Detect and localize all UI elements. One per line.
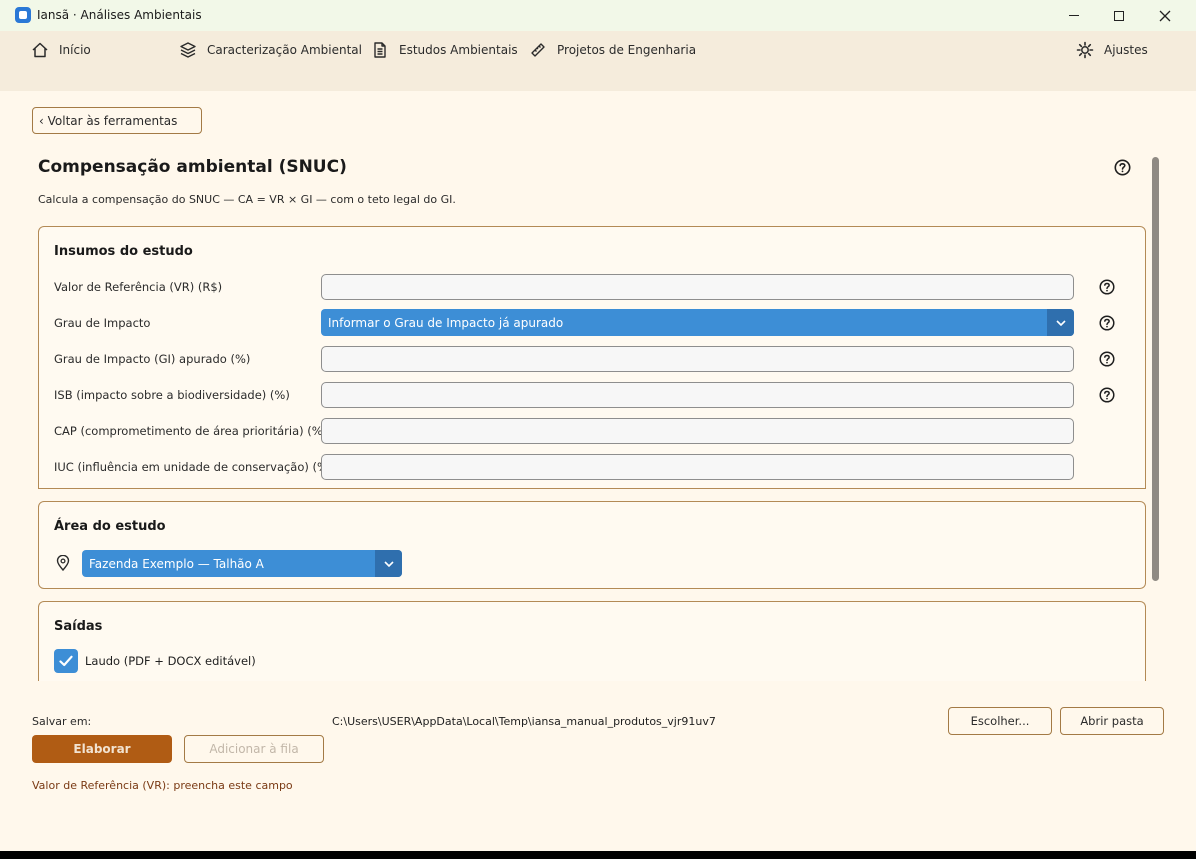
cap-input[interactable]	[321, 418, 1074, 444]
nav-estudos-label: Estudos Ambientais	[399, 43, 518, 57]
app-logo-icon	[15, 7, 31, 23]
outputs-title: Saídas	[54, 619, 103, 634]
location-pin-icon	[56, 555, 70, 571]
nav-home-label: Início	[59, 43, 91, 57]
area-select[interactable]: Fazenda Exemplo — Talhão A	[82, 550, 402, 577]
area-selected-value: Fazenda Exemplo — Talhão A	[89, 556, 264, 571]
minimize-button[interactable]	[1051, 0, 1097, 31]
gear-icon	[1076, 41, 1094, 59]
isb-label: ISB (impacto sobre a biodiversidade) (%)	[54, 388, 290, 402]
grau-selected-value: Informar o Grau de Impacto já apurado	[328, 315, 564, 330]
elaborar-button[interactable]: Elaborar	[32, 735, 172, 763]
inputs-card: Insumos do estudo Valor de Referência (V…	[38, 226, 1146, 489]
vr-label: Valor de Referência (VR) (R$)	[54, 280, 223, 294]
add-to-queue-button[interactable]: Adicionar à fila	[184, 735, 324, 763]
nav-projetos[interactable]: Projetos de Engenharia	[529, 40, 696, 60]
bottom-panel: Salvar em: C:\Users\USER\AppData\Local\T…	[0, 681, 1196, 851]
area-title: Área do estudo	[54, 519, 166, 534]
chevron-down-icon	[383, 560, 394, 567]
gi-help-icon[interactable]	[1099, 351, 1115, 367]
chevron-down-icon	[1055, 319, 1066, 326]
home-icon	[32, 42, 48, 58]
nav-caracterizacao[interactable]: Caracterização Ambiental	[179, 40, 362, 60]
choose-folder-button[interactable]: Escolher...	[948, 707, 1052, 735]
laudo-checkbox[interactable]	[54, 649, 78, 673]
checkmark-icon	[59, 655, 73, 667]
grau-label: Grau de Impacto	[54, 316, 151, 330]
save-in-label: Salvar em:	[32, 715, 92, 728]
nav-home[interactable]: Início	[31, 40, 91, 60]
app-window: Iansã · Análises Ambientais Início Carac…	[0, 0, 1196, 851]
open-folder-button[interactable]: Abrir pasta	[1060, 707, 1164, 735]
page-title: Compensação ambiental (SNUC)	[38, 157, 347, 177]
maximize-icon	[1114, 10, 1124, 21]
vr-help-icon[interactable]	[1099, 279, 1115, 295]
close-button[interactable]	[1142, 0, 1188, 31]
cap-label: CAP (comprometimento de área prioritária…	[54, 424, 328, 438]
nav-estudos[interactable]: Estudos Ambientais	[371, 40, 518, 60]
area-dropdown-button[interactable]	[375, 550, 402, 577]
inputs-title: Insumos do estudo	[54, 244, 193, 259]
vr-input[interactable]	[321, 274, 1074, 300]
layers-icon	[180, 42, 196, 58]
iuc-input[interactable]	[321, 454, 1074, 480]
nav-ajustes[interactable]: Ajustes	[1076, 40, 1148, 60]
close-icon	[1159, 10, 1171, 21]
grau-help-icon[interactable]	[1099, 315, 1115, 331]
help-icon[interactable]	[1114, 159, 1131, 176]
isb-help-icon[interactable]	[1099, 387, 1115, 403]
nav-projetos-label: Projetos de Engenharia	[557, 43, 697, 57]
page-description: Calcula a compensação do SNUC — CA = VR …	[38, 193, 456, 206]
save-path: C:\Users\USER\AppData\Local\Temp\iansa_m…	[332, 715, 716, 728]
scrollbar[interactable]	[1152, 157, 1159, 581]
back-to-tools-button[interactable]: ‹ Voltar às ferramentas	[32, 107, 202, 134]
validation-message: Valor de Referência (VR): preencha este …	[32, 779, 293, 792]
nav-caracterizacao-label: Caracterização Ambiental	[207, 43, 362, 57]
iuc-label: IUC (influência em unidade de conservaçã…	[54, 460, 333, 474]
outputs-card: Saídas Laudo (PDF + DOCX editável)	[38, 601, 1146, 681]
grau-dropdown-button[interactable]	[1047, 309, 1074, 336]
laudo-label: Laudo (PDF + DOCX editável)	[85, 654, 256, 668]
maximize-button[interactable]	[1096, 0, 1142, 31]
window-title: Iansã · Análises Ambientais	[37, 8, 202, 22]
gi-input[interactable]	[321, 346, 1074, 372]
area-card: Área do estudo Fazenda Exemplo — Talhão …	[38, 501, 1146, 589]
ruler-icon	[531, 43, 545, 57]
grau-select[interactable]: Informar o Grau de Impacto já apurado	[321, 309, 1074, 336]
isb-input[interactable]	[321, 382, 1074, 408]
document-icon	[374, 42, 386, 58]
nav-ajustes-label: Ajustes	[1104, 43, 1148, 57]
title-bar: Iansã · Análises Ambientais	[0, 0, 1196, 31]
minimize-icon	[1069, 15, 1079, 16]
gi-label: Grau de Impacto (GI) apurado (%)	[54, 352, 251, 366]
top-navigation: Início Caracterização Ambiental Estudos …	[0, 31, 1196, 91]
